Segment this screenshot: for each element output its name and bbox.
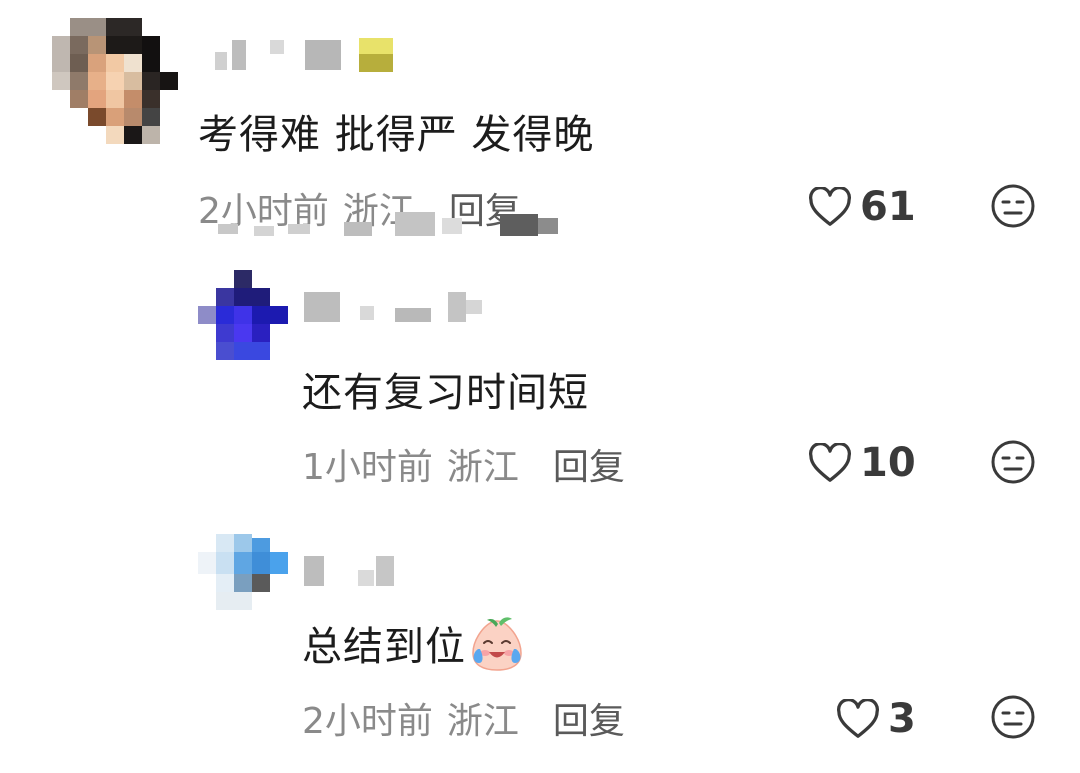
dislike-button[interactable] — [990, 694, 1036, 744]
comment-text: 还有复习时间短 — [302, 370, 589, 416]
avatar-blurred[interactable] — [198, 270, 288, 360]
comment-meta: 2小时前 浙江 回复 — [302, 692, 625, 744]
like-count: 3 — [888, 696, 916, 742]
comment-meta: 1小时前 浙江 回复 — [302, 438, 625, 490]
comment-text-row: 总结到位 — [302, 614, 526, 683]
heart-outline-icon — [809, 187, 851, 226]
comment-text: 考得难 批得严 发得晚 — [198, 112, 595, 158]
neutral-face-icon — [991, 440, 1035, 484]
dislike-button[interactable] — [990, 439, 1036, 489]
comment-time: 2小时前 — [302, 701, 433, 742]
dislike-button[interactable] — [990, 183, 1036, 233]
avatar-blurred[interactable] — [198, 534, 288, 610]
neutral-face-icon — [991, 184, 1035, 228]
heart-outline-icon — [837, 699, 879, 738]
comment-time: 1小时前 — [302, 447, 433, 488]
like-count: 61 — [860, 184, 916, 230]
comment-location: 浙江 — [446, 447, 519, 488]
like-button[interactable]: 61 — [808, 184, 916, 230]
heart-outline-icon — [809, 443, 851, 482]
reply-button[interactable]: 回复 — [553, 701, 625, 742]
like-count: 10 — [860, 440, 916, 486]
crying-laughing-peach-emoji — [468, 615, 526, 683]
comment-text: 总结到位 — [302, 624, 466, 670]
neutral-face-icon — [991, 695, 1035, 739]
reply-button[interactable]: 回复 — [553, 447, 625, 488]
comment-location: 浙江 — [446, 701, 519, 742]
like-button[interactable]: 10 — [808, 440, 916, 486]
avatar-blurred[interactable] — [52, 18, 178, 144]
like-button[interactable]: 3 — [836, 696, 916, 742]
